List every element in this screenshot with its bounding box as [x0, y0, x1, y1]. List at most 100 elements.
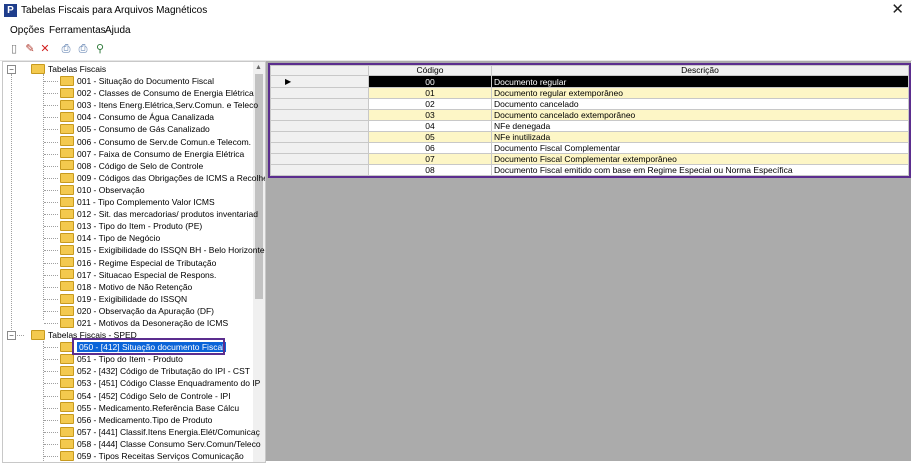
tree-item[interactable]: 017 - Situacao Especial de Respons. [60, 269, 216, 281]
menu-bar: Opções Ferramentas Ajuda [0, 22, 912, 39]
tree-item[interactable]: 004 - Consumo de Água Canalizada [60, 111, 214, 123]
table-row[interactable]: 07 Documento Fiscal Complementar extempor… [270, 153, 909, 165]
tree-item[interactable]: 053 - [451] Código Classe Enquadramento … [60, 377, 260, 389]
tree-item[interactable]: 057 - [441] Classif.Itens Energia.Elét/C… [60, 426, 260, 438]
tree-item[interactable]: 020 - Observação da Apuração (DF) [60, 305, 214, 317]
row-indicator[interactable] [270, 142, 369, 154]
table-row[interactable]: 01 Documento regular extemporâneo [270, 87, 909, 99]
app-icon: P [4, 4, 17, 17]
cell-codigo[interactable]: 07 [368, 153, 492, 165]
menu-ferramentas[interactable]: Ferramentas [49, 25, 106, 36]
tree-item[interactable]: 001 - Situação do Documento Fiscal [60, 75, 214, 87]
tree-item[interactable]: 012 - Sit. das mercadorias/ produtos inv… [60, 208, 258, 220]
row-indicator[interactable] [270, 120, 369, 132]
menu-ajuda[interactable]: Ajuda [105, 25, 131, 36]
table-row[interactable]: 04 NFe denegada [270, 120, 909, 132]
tree-item[interactable]: 055 - Medicamento.Referência Base Cálcu [60, 402, 239, 414]
row-indicator[interactable] [270, 153, 369, 165]
folder-icon [60, 366, 74, 377]
tree-item[interactable]: 056 - Medicamento.Tipo de Produto [60, 414, 212, 426]
tree-scrollbar[interactable]: ▲ [253, 62, 265, 462]
column-header-descricao[interactable]: Descrição [491, 65, 909, 76]
data-grid[interactable]: Código Descrição ▶ 00 Documento regular 01 D… [268, 63, 911, 178]
tree-node-label: 005 - Consumo de Gás Canalizado [77, 124, 210, 135]
cell-descricao[interactable]: Documento Fiscal Complementar extemporân… [491, 153, 909, 165]
table-row[interactable]: 08 Documento Fiscal emitido com base em R… [270, 164, 909, 176]
cell-codigo[interactable]: 08 [368, 164, 492, 176]
tree-item[interactable]: 002 - Classes de Consumo de Energia Elét… [60, 87, 254, 99]
cell-codigo[interactable]: 03 [368, 109, 492, 121]
close-icon[interactable]: ✕ [891, 2, 904, 18]
column-header-codigo[interactable]: Código [368, 65, 492, 76]
tree-item[interactable]: 016 - Regime Especial de Tributação [60, 257, 216, 269]
print-icon[interactable]: ⎙ [60, 43, 72, 55]
tree-item[interactable]: 005 - Consumo de Gás Canalizado [60, 123, 210, 135]
cell-codigo[interactable]: 01 [368, 87, 492, 99]
tree-node-label: Tabelas Fiscais [48, 64, 107, 74]
tree-item[interactable]: 019 - Exigibilidade do ISSQN [60, 293, 187, 305]
row-indicator[interactable]: ▶ [270, 75, 369, 88]
cell-descricao[interactable]: Documento Fiscal emitido com base em Reg… [491, 164, 909, 176]
table-row[interactable]: 02 Documento cancelado [270, 98, 909, 110]
cell-descricao[interactable]: Documento regular extemporâneo [491, 87, 909, 99]
tree-item[interactable]: 021 - Motivos da Desoneração de ICMS [60, 317, 228, 329]
folder-icon [60, 317, 74, 328]
cell-codigo[interactable]: 06 [368, 142, 492, 154]
collapse-toggle[interactable]: − [7, 65, 16, 74]
tree-item[interactable]: 052 - [432] Código de Tributação do IPI … [60, 365, 250, 377]
row-indicator[interactable] [270, 164, 369, 176]
tree-item[interactable]: 006 - Consumo de Serv.de Comun.e Telecom… [60, 136, 251, 148]
cell-descricao[interactable]: Documento cancelado [491, 98, 909, 110]
cell-codigo[interactable]: 04 [368, 120, 492, 132]
tree-item[interactable]: 003 - Itens Energ.Elétrica,Serv.Comun. e… [60, 99, 258, 111]
tree-node-label: 007 - Faixa de Consumo de Energia Elétri… [77, 148, 245, 159]
tree-item[interactable]: 018 - Motivo de Não Retenção [60, 281, 192, 293]
cell-codigo[interactable]: 05 [368, 131, 492, 143]
row-indicator[interactable] [270, 87, 369, 99]
cell-descricao[interactable]: Documento regular [491, 75, 909, 88]
cell-descricao[interactable]: NFe denegada [491, 120, 909, 132]
row-indicator[interactable] [270, 109, 369, 121]
tree-connector [44, 323, 58, 324]
search-icon[interactable]: ⚲ [94, 43, 106, 55]
tree-panel[interactable]: ▲ − Tabelas Fiscais 001 - Situação do Docu… [2, 61, 266, 463]
cell-descricao[interactable]: Documento Fiscal Complementar [491, 142, 909, 154]
tree-item[interactable]: 015 - Exigibilidade do ISSQN BH - Belo H… [60, 244, 265, 256]
tree-item[interactable]: 013 - Tipo do Item - Produto (PE) [60, 220, 202, 232]
table-row[interactable]: 06 Documento Fiscal Complementar [270, 142, 909, 154]
edit-icon[interactable]: ✎ [24, 43, 36, 55]
row-indicator[interactable] [270, 98, 369, 110]
tree-item[interactable]: 014 - Tipo de Negócio [60, 232, 160, 244]
cell-codigo[interactable]: 02 [368, 98, 492, 110]
cell-descricao[interactable]: NFe inutilizada [491, 131, 909, 143]
table-row[interactable]: 03 Documento cancelado extemporâneo [270, 109, 909, 121]
tree-item[interactable]: 009 - Códigos das Obrigações de ICMS a R… [60, 172, 265, 184]
tree-item[interactable]: 007 - Faixa de Consumo de Energia Elétri… [60, 148, 244, 160]
tree-node-label: 002 - Classes de Consumo de Energia Elét… [77, 88, 254, 99]
cell-descricao[interactable]: Documento cancelado extemporâneo [491, 109, 909, 121]
print-preview-icon[interactable]: ⎙ [77, 43, 89, 55]
tree-item[interactable]: 054 - [452] Código Selo de Controle - IP… [60, 390, 231, 402]
collapse-toggle[interactable]: − [7, 331, 16, 341]
tree-item[interactable]: 008 - Código de Selo de Controle [60, 160, 203, 172]
tree-connector [44, 274, 58, 276]
tree-item[interactable]: 011 - Tipo Complemento Valor ICMS [60, 196, 215, 208]
tree-node-label: 019 - Exigibilidade do ISSQN [77, 293, 188, 304]
new-icon[interactable]: ▯ [8, 43, 20, 55]
cell-codigo[interactable]: 00 [368, 75, 492, 88]
folder-icon [60, 124, 74, 135]
tree-connector [44, 262, 58, 264]
menu-opcoes[interactable]: Opções [10, 25, 44, 36]
table-row[interactable]: 05 NFe inutilizada [270, 131, 909, 143]
tree-connector [44, 226, 58, 228]
delete-icon[interactable]: ✕ [39, 43, 51, 55]
row-indicator[interactable] [270, 131, 369, 143]
folder-icon [60, 75, 74, 86]
tree-connector [44, 117, 58, 119]
tree-item[interactable]: 010 - Observação [60, 184, 145, 196]
tree-item[interactable]: 059 - Tipos Receitas Serviços Comunicaçã… [60, 450, 244, 462]
current-row-pointer-icon: ▶ [285, 77, 292, 86]
scroll-up-icon[interactable]: ▲ [255, 64, 262, 71]
tree-item[interactable]: 058 - [444] Classe Consumo Serv.Comun/Te… [60, 438, 261, 450]
table-row[interactable]: ▶ 00 Documento regular [270, 75, 909, 88]
